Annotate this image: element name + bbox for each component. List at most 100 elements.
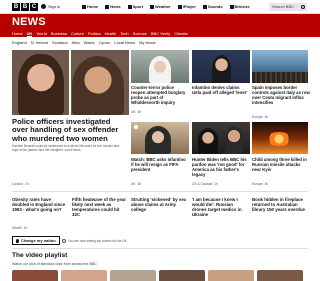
search-icon	[301, 5, 305, 9]
section-world[interactable]: World	[36, 30, 46, 37]
tag-time: 1h	[25, 182, 29, 186]
story-image[interactable]	[252, 50, 308, 83]
subnav-scotland[interactable]: Scotland	[52, 40, 68, 45]
section-tech[interactable]: Tech	[120, 30, 128, 37]
story-tag: Health 1h	[12, 226, 27, 230]
subnav-my-news[interactable]: My News	[139, 40, 155, 45]
story-headline[interactable]: Watch: BBC asks Infantino if he will res…	[131, 157, 189, 172]
story-tag: US & Canada 1h	[192, 182, 218, 186]
subnav-cymru[interactable]: Cymru	[99, 40, 111, 45]
tag-place[interactable]: London	[12, 182, 23, 186]
news-title[interactable]: NEWS	[12, 15, 46, 29]
topnav-label: iPlayer	[182, 4, 196, 9]
lead-story-image[interactable]	[12, 50, 129, 115]
story-image[interactable]	[192, 122, 250, 154]
location-pin-icon	[16, 238, 19, 243]
portrait-image	[149, 56, 171, 83]
section-bbc-verify[interactable]: BBC Verify	[151, 30, 170, 37]
story-headline[interactable]: Strutting 'sickened' by sex abuse claims…	[131, 197, 187, 212]
change-nation-label: Change my nation	[21, 238, 56, 243]
topnav-sport[interactable]: Sport	[127, 4, 143, 9]
section-health[interactable]: Health	[105, 30, 117, 37]
portrait-image	[212, 55, 231, 83]
sounds-icon	[202, 4, 207, 9]
topnav-label: Home	[87, 4, 99, 9]
video-thumbnail[interactable]	[257, 270, 303, 281]
tag-place[interactable]: US & Canada	[192, 182, 212, 186]
topnav-sounds[interactable]: Sounds	[202, 4, 223, 9]
story-headline[interactable]: Book hidden in fireplace returned to Aus…	[252, 197, 308, 212]
location-note-text: You are now seeing top stories for the U…	[68, 239, 127, 243]
story-headline[interactable]: Counter-terror police reopen attempted b…	[131, 85, 189, 105]
tag-place[interactable]: Europe	[252, 182, 263, 186]
bbc-logo-letter: B	[21, 3, 29, 11]
video-thumbnail[interactable]	[159, 270, 205, 281]
sport-icon	[127, 4, 132, 9]
video-thumbnail[interactable]	[12, 270, 58, 281]
portrait-image	[198, 128, 218, 154]
topnav-iplayer[interactable]: iPlayer	[177, 4, 196, 9]
story-headline[interactable]: Fifth heatwave of the year likely next w…	[72, 197, 128, 217]
play-icon	[134, 125, 138, 129]
story-image[interactable]	[131, 50, 189, 83]
topnav-bitesize[interactable]: Bitesize	[229, 4, 250, 9]
tag-place[interactable]: Health	[12, 226, 22, 230]
story-headline[interactable]: Infantino denies claims Uefa paid off al…	[192, 85, 250, 95]
section-nav: Home UK World Business Culture Politics …	[0, 30, 320, 37]
change-nation-button[interactable]: Change my nation	[12, 236, 60, 245]
section-divider	[12, 191, 308, 192]
story-tag: Europe 4h	[252, 115, 268, 119]
topnav-label: Sounds	[207, 4, 223, 9]
weather-icon	[150, 4, 155, 9]
subnav-wales[interactable]: Wales	[84, 40, 95, 45]
bbc-logo[interactable]: B B C	[12, 3, 38, 11]
subnav-n-ireland[interactable]: N. Ireland	[31, 40, 48, 45]
video-thumbnail[interactable]	[61, 270, 107, 281]
video-thumbnail[interactable]	[208, 270, 254, 281]
subnav-england[interactable]: England	[12, 40, 27, 45]
story-tag: Europe 4h	[252, 182, 268, 186]
lead-summary: Damien Bendall could be sentenced to a w…	[12, 144, 120, 152]
topnav-home[interactable]: Home	[82, 4, 98, 9]
section-home[interactable]: Home	[12, 30, 23, 37]
story-image[interactable]	[192, 50, 250, 83]
section-climate[interactable]: Climate	[174, 30, 188, 37]
tag-place[interactable]: UK	[131, 182, 136, 186]
tag-time: 1h	[214, 182, 218, 186]
tag-place[interactable]: UK	[131, 110, 136, 114]
video-playlist-title: The video playlist	[12, 252, 68, 259]
story-headline[interactable]: Hunter Biden tells BBC his pardon was 'n…	[192, 157, 250, 177]
section-business[interactable]: Business	[51, 30, 67, 37]
bitesize-icon	[229, 4, 234, 9]
subnav-local-news[interactable]: Local News	[114, 40, 135, 45]
tag-time: 4h	[264, 182, 269, 186]
top-nav: Home News Sport Weather iPlayer Sounds B…	[82, 4, 250, 9]
subnav-alba[interactable]: Alba	[72, 40, 80, 45]
section-uk[interactable]: UK	[26, 30, 33, 37]
tag-place[interactable]: Europe	[252, 115, 263, 119]
story-headline[interactable]: Obesity rates have doubled in England si…	[12, 197, 68, 212]
section-culture[interactable]: Culture	[71, 30, 84, 37]
video-thumbnail[interactable]	[110, 270, 156, 281]
section-politics[interactable]: Politics	[88, 30, 101, 37]
section-science[interactable]: Science	[133, 30, 147, 37]
search-input[interactable]: Search BBC	[269, 3, 307, 11]
story-image[interactable]	[252, 122, 308, 154]
portrait-image	[225, 126, 243, 154]
image-divider	[69, 50, 71, 115]
fire-image	[266, 132, 292, 146]
user-icon	[41, 4, 46, 9]
portrait-image	[18, 54, 64, 115]
story-headline[interactable]: Child among three killed in Russian miss…	[252, 157, 310, 172]
story-headline[interactable]: Spain imposes border controls against It…	[252, 85, 310, 105]
lead-headline[interactable]: Police officers investigated over handli…	[12, 117, 127, 143]
story-image[interactable]	[131, 122, 189, 154]
tag-time: 3h	[137, 182, 142, 186]
signin-link[interactable]: Sign in	[41, 4, 60, 9]
portrait-image	[145, 126, 171, 154]
tag-time: 4h	[264, 115, 269, 119]
topnav-news[interactable]: News	[105, 4, 121, 9]
topnav-weather[interactable]: Weather	[150, 4, 171, 9]
uk-subnav: England N. Ireland Scotland Alba Wales C…	[12, 40, 156, 45]
story-headline[interactable]: 'I am because I knew I would die': Russi…	[192, 197, 248, 217]
